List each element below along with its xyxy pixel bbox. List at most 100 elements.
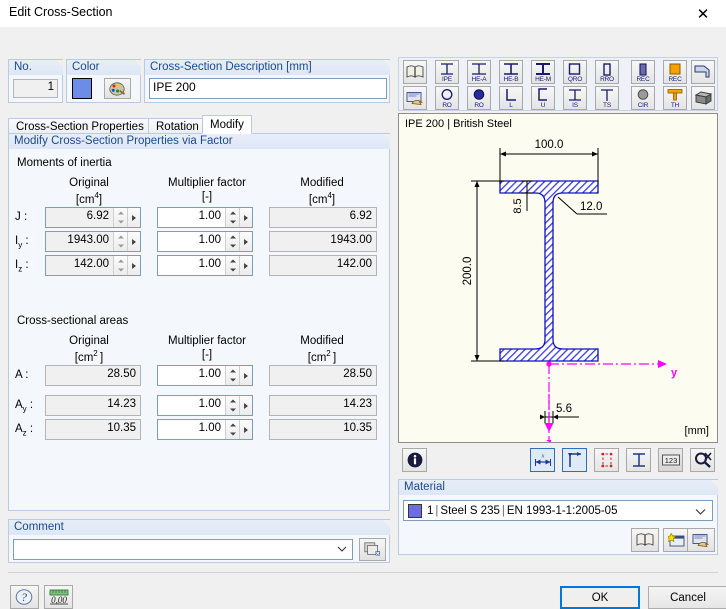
row-label-az: Az : — [15, 423, 34, 438]
close-icon[interactable]: ✕ — [680, 0, 726, 27]
multiplier-az-more-button[interactable] — [239, 420, 252, 439]
original-j-more-button[interactable] — [127, 208, 140, 227]
original-iy-spinner[interactable] — [113, 232, 127, 251]
multiplier-iy-spinner[interactable] — [225, 232, 239, 251]
ok-button[interactable]: OK — [560, 586, 640, 609]
original-iz-field[interactable]: 142.00 — [45, 255, 141, 276]
grid-points-glyph — [600, 452, 613, 468]
area-col-multiplier: Multiplier factor — [168, 335, 246, 347]
comment-input[interactable] — [13, 539, 353, 560]
ipe-icon[interactable]: IPE — [435, 60, 459, 84]
ts-icon[interactable]: TS — [595, 86, 619, 110]
original-iz-more-button[interactable] — [127, 256, 140, 275]
original-iy-more-button[interactable] — [127, 232, 140, 251]
qro-icon[interactable]: QRO — [563, 60, 587, 84]
svg-text:0,00: 0,00 — [51, 595, 67, 605]
library-icon[interactable] — [403, 60, 427, 84]
info-icon[interactable] — [402, 448, 427, 472]
multiplier-iy-more-button[interactable] — [239, 232, 252, 251]
material-name: Steel S 235 — [440, 504, 500, 517]
copy-icon[interactable] — [359, 538, 386, 561]
preview-view-toolbar: x 123 — [398, 447, 718, 475]
material-number: 1 — [427, 504, 434, 517]
grid-points-icon[interactable] — [594, 448, 619, 472]
multiplier-iz-field[interactable]: 1.00 — [157, 255, 253, 276]
modify-properties-group: Modify Cross-Section Properties via Fact… — [8, 133, 390, 511]
original-j-spinner[interactable] — [113, 208, 127, 227]
multiplier-j-spinner[interactable] — [225, 208, 239, 227]
tab-modify[interactable]: Modify — [202, 115, 252, 134]
hem-icon[interactable]: HE-M — [531, 60, 555, 84]
material-select[interactable]: 1 | Steel S 235 | EN 1993-1-1:2005-05 — [403, 500, 713, 521]
material-group-label: Material — [398, 479, 718, 495]
section-outline-icon[interactable] — [626, 448, 651, 472]
multiplier-ay-spinner[interactable] — [225, 396, 239, 415]
multiplier-ay-more-button[interactable] — [239, 396, 252, 415]
multiplier-a-value: 1.00 — [198, 368, 221, 380]
original-az-value: 10.35 — [45, 419, 141, 440]
multiplier-a-field[interactable]: 1.00 — [157, 365, 253, 386]
multiplier-az-field[interactable]: 1.00 — [157, 419, 253, 440]
palette-icon[interactable] — [104, 78, 131, 99]
ro-hollow-icon[interactable]: RO — [435, 86, 459, 110]
axis-y-label: y — [671, 367, 678, 379]
multiplier-a-spinner[interactable] — [225, 366, 239, 385]
rec-solid-icon[interactable]: REC — [663, 60, 687, 84]
taper-icon[interactable] — [691, 60, 715, 84]
u-icon[interactable]: U — [531, 86, 555, 110]
original-iz-spinner[interactable] — [113, 256, 127, 275]
zoom-reset-icon[interactable] — [690, 448, 715, 472]
is-icon[interactable]: IS — [563, 86, 587, 110]
no-field[interactable]: 1 — [13, 79, 58, 98]
material-library-icon[interactable] — [631, 528, 659, 552]
chevron-down-icon[interactable] — [695, 506, 706, 517]
import-icon[interactable] — [403, 86, 427, 110]
cancel-button[interactable]: Cancel — [648, 586, 726, 609]
axes-icon[interactable] — [562, 448, 587, 472]
multiplier-iz-more-button[interactable] — [239, 256, 252, 275]
th-icon[interactable]: TH — [663, 86, 687, 110]
qro-label: QRO — [567, 76, 583, 83]
row-label-iy: Iy : — [15, 235, 29, 250]
row-label-iz: Iz : — [15, 259, 29, 274]
cir-icon[interactable]: CIR — [631, 86, 655, 110]
hea-icon[interactable]: HE-A — [467, 60, 491, 84]
multiplier-iy-field[interactable]: 1.00 — [157, 231, 253, 252]
dimension-lines-glyph: x — [534, 454, 551, 466]
dim-height-label: 200.0 — [462, 257, 474, 286]
rec-label: REC — [636, 76, 650, 83]
help-icon[interactable]: ? — [10, 585, 39, 609]
edit-material-icon[interactable] — [687, 528, 715, 552]
multiplier-az-spinner[interactable] — [225, 420, 239, 439]
multiplier-ay-field[interactable]: 1.00 — [157, 395, 253, 416]
cross-section-description-input[interactable]: IPE 200 — [149, 78, 387, 99]
rro-icon[interactable]: RRO — [595, 60, 619, 84]
cross-section-preview[interactable]: IPE 200 | British Steel [mm] 100.0 200.0… — [398, 113, 718, 443]
ro-solid-icon[interactable]: RO — [467, 86, 491, 110]
tab-rotation[interactable]: Rotation — [148, 118, 207, 134]
multiplier-az-value: 1.00 — [198, 422, 221, 434]
material-group: Material 1 | Steel S 235 | EN 1993-1-1:2… — [398, 479, 718, 555]
rec-icon[interactable]: REC — [631, 60, 655, 84]
multiplier-a-more-button[interactable] — [239, 366, 252, 385]
original-iy-field[interactable]: 1943.00 — [45, 231, 141, 252]
dimension-lines-icon[interactable]: x — [530, 448, 555, 472]
units-icon[interactable]: 0,00 — [44, 585, 73, 609]
original-ay-value: 14.23 — [45, 395, 141, 416]
numbering-icon[interactable]: 123 — [658, 448, 683, 472]
multiplier-j-field[interactable]: 1.00 — [157, 207, 253, 228]
material-color-swatch — [408, 503, 422, 518]
multiplier-j-more-button[interactable] — [239, 208, 252, 227]
original-j-field[interactable]: 6.92 — [45, 207, 141, 228]
area-unit-original: [cm2 ] — [74, 349, 104, 364]
heb-icon[interactable]: HE-B — [499, 60, 523, 84]
material-sep-2: | — [501, 504, 505, 517]
l-icon[interactable]: L — [499, 86, 523, 110]
color-swatch[interactable] — [72, 78, 92, 99]
multiplier-iz-spinner[interactable] — [225, 256, 239, 275]
units-glyph: 0,00 — [49, 589, 68, 605]
heb-label: HE-B — [503, 76, 519, 83]
moments-of-inertia-label: Moments of inertia — [17, 157, 112, 169]
solid-3d-icon[interactable] — [691, 86, 715, 110]
tab-cross-section-properties[interactable]: Cross-Section Properties — [8, 118, 152, 134]
